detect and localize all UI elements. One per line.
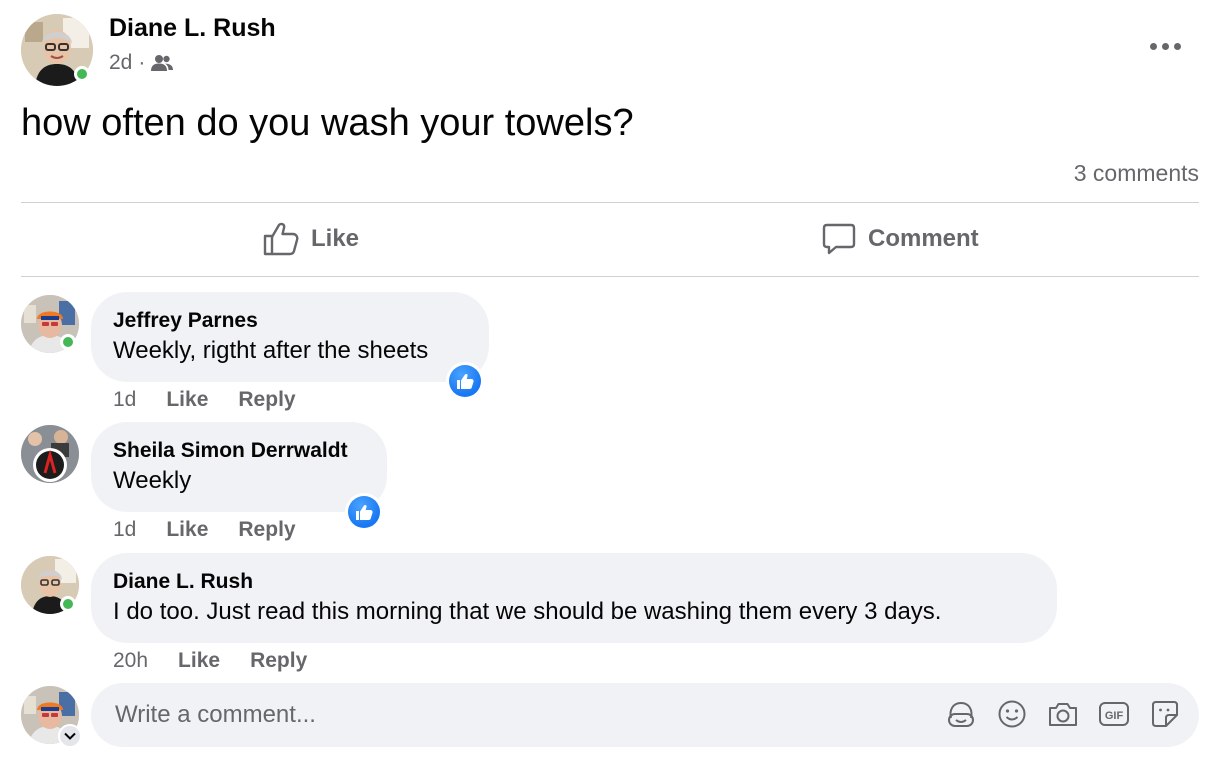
online-status-dot <box>60 596 76 612</box>
comment-text: Weekly <box>113 467 192 494</box>
gif-icon[interactable]: GIF <box>1097 697 1130 731</box>
comment-bubble: Jeffrey Parnes Weekly, rigtht after the … <box>91 292 489 382</box>
commenter-name[interactable]: Diane L. Rush <box>113 569 1035 595</box>
like-button[interactable]: Like <box>263 222 359 256</box>
post-meta: 2d · <box>109 51 174 75</box>
thumbs-up-icon <box>263 222 299 256</box>
like-reaction-badge[interactable] <box>345 493 383 531</box>
comment-text: Weekly, rigtht after the sheets <box>113 337 429 364</box>
divider-bottom <box>21 276 1199 277</box>
more-options-icon[interactable] <box>1150 40 1184 52</box>
divider-top <box>21 202 1199 203</box>
comment-bubble: Sheila Simon Derrwaldt Weekly <box>91 422 387 512</box>
comment-like-link[interactable]: Like <box>178 649 220 673</box>
comment-text: I do too. Just read this morning that we… <box>113 598 942 625</box>
comment-bubble-icon <box>822 222 856 256</box>
comment-input[interactable] <box>113 700 917 730</box>
comment-button[interactable]: Comment <box>822 222 979 256</box>
commenter-name[interactable]: Sheila Simon Derrwaldt <box>113 438 365 464</box>
comment-actions: 1d Like Reply <box>113 518 296 542</box>
commenter-avatar[interactable] <box>21 425 79 483</box>
comment-like-link[interactable]: Like <box>166 388 208 412</box>
comment-timestamp[interactable]: 1d <box>113 388 136 412</box>
comment-count-link[interactable]: 3 comments <box>1074 160 1199 187</box>
commenter-name[interactable]: Jeffrey Parnes <box>113 308 467 334</box>
svg-text:GIF: GIF <box>1104 710 1123 722</box>
friends-icon[interactable] <box>151 54 174 72</box>
post-text: how often do you wash your towels? <box>21 102 634 144</box>
comment-composer[interactable]: GIF <box>91 683 1199 747</box>
thumbs-up-icon <box>457 373 474 389</box>
comment-actions: 1d Like Reply <box>113 388 296 412</box>
avatar-sticker-icon[interactable] <box>944 697 977 731</box>
post-author-name[interactable]: Diane L. Rush <box>109 14 276 43</box>
comment-reply-link[interactable]: Reply <box>238 518 295 542</box>
camera-icon[interactable] <box>1046 697 1079 731</box>
comment-bubble: Diane L. Rush I do too. Just read this m… <box>91 553 1057 643</box>
account-switch-chevron-icon[interactable] <box>58 724 82 748</box>
composer-tools: GIF <box>944 697 1181 731</box>
comment-timestamp[interactable]: 20h <box>113 649 148 673</box>
comment-actions: 20h Like Reply <box>113 649 307 673</box>
comment-label: Comment <box>868 225 979 252</box>
like-reaction-badge[interactable] <box>446 362 484 400</box>
comment-reply-link[interactable]: Reply <box>250 649 307 673</box>
comment-reply-link[interactable]: Reply <box>238 388 295 412</box>
emoji-icon[interactable] <box>995 697 1028 731</box>
meta-separator: · <box>138 51 146 74</box>
like-label: Like <box>311 225 360 252</box>
online-status-dot <box>60 334 76 350</box>
post-timestamp[interactable]: 2d <box>109 51 132 75</box>
online-status-dot <box>74 66 90 82</box>
comment-timestamp[interactable]: 1d <box>113 518 136 542</box>
comment-like-link[interactable]: Like <box>166 518 208 542</box>
sticker-icon[interactable] <box>1148 697 1181 731</box>
thumbs-up-icon <box>356 504 373 520</box>
